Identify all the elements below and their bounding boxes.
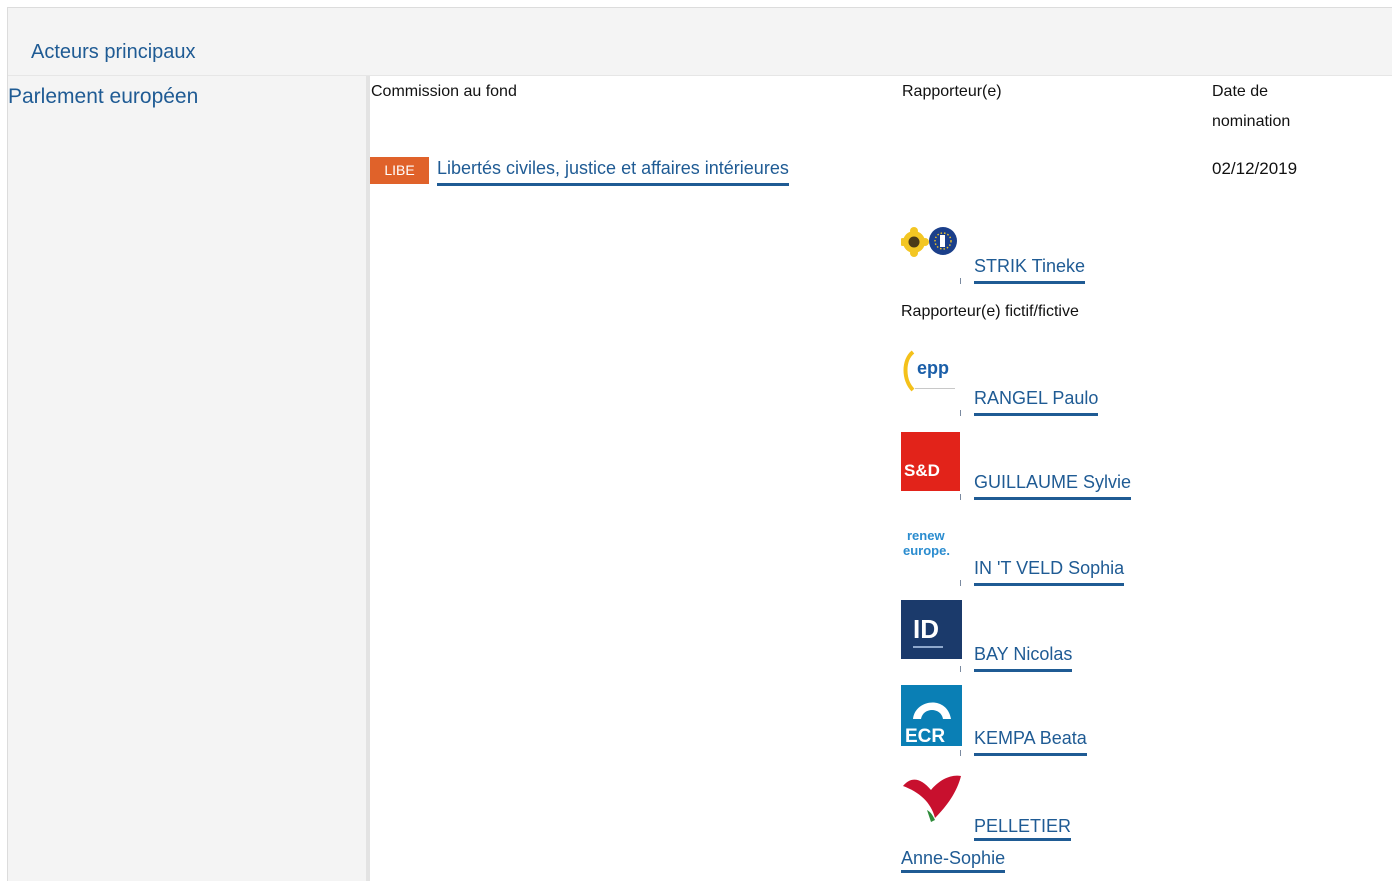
- institution-column: [8, 76, 366, 881]
- renew-logo-text-1: renew: [907, 528, 945, 543]
- header-date-line1: Date de: [1212, 83, 1269, 100]
- shadow-rapporteur-link[interactable]: RANGEL Paulo: [974, 385, 1099, 416]
- ecr-logo-icon: ECR: [901, 685, 962, 746]
- committee-badge: LIBE: [370, 157, 429, 184]
- renew-europe-logo-icon: renew europe.: [903, 528, 950, 558]
- header-rapporteur: Rapporteur(e): [902, 83, 1002, 100]
- shadow-rapporteur-link[interactable]: GUILLAUME Sylvie: [974, 469, 1132, 500]
- shadow-rapporteur-link[interactable]: IN 'T VELD Sophia: [974, 555, 1125, 586]
- id-logo-text: ID: [913, 614, 939, 644]
- committee-link[interactable]: Libertés civiles, justice et affaires in…: [437, 155, 789, 186]
- shadow-rapporteur-wrapped: PELLETIER Anne-Sophie: [901, 810, 1121, 874]
- logo-tick: [960, 494, 961, 500]
- epp-logo-icon: epp: [903, 350, 955, 392]
- header-date-line2: nomination: [1212, 113, 1291, 130]
- ecr-logo-text: ECR: [905, 726, 945, 746]
- shadow-rapporteur-link-part2[interactable]: Anne-Sophie: [901, 848, 1006, 873]
- column-divider: [366, 76, 370, 881]
- logo-tick: [960, 666, 961, 672]
- rapporteur-link[interactable]: STRIK Tineke: [974, 253, 1086, 284]
- logo-tick: [960, 278, 961, 284]
- logo-tick: [960, 750, 961, 756]
- sd-logo-icon: S&D: [901, 432, 960, 491]
- nomination-date: 02/12/2019: [1212, 159, 1298, 178]
- logo-tick: [960, 410, 961, 416]
- renew-logo-text-2: europe.: [903, 543, 950, 558]
- shadow-rapporteur-link[interactable]: BAY Nicolas: [974, 641, 1073, 672]
- institution-name: Parlement européen: [8, 85, 199, 108]
- shadow-rapporteur-link[interactable]: KEMPA Beata: [974, 725, 1087, 756]
- sd-logo-text: S&D: [904, 461, 940, 480]
- shadow-rapporteur-link-part1[interactable]: PELLETIER: [974, 816, 1072, 841]
- id-logo-icon: ID: [901, 600, 962, 659]
- shadow-rapporteur-label: Rapporteur(e) fictif/fictive: [901, 303, 1079, 320]
- logo-tick: [960, 580, 961, 586]
- greens-efa-logo-icon: [901, 227, 957, 257]
- header-committee: Commission au fond: [371, 83, 517, 100]
- epp-logo-text: epp: [917, 358, 949, 378]
